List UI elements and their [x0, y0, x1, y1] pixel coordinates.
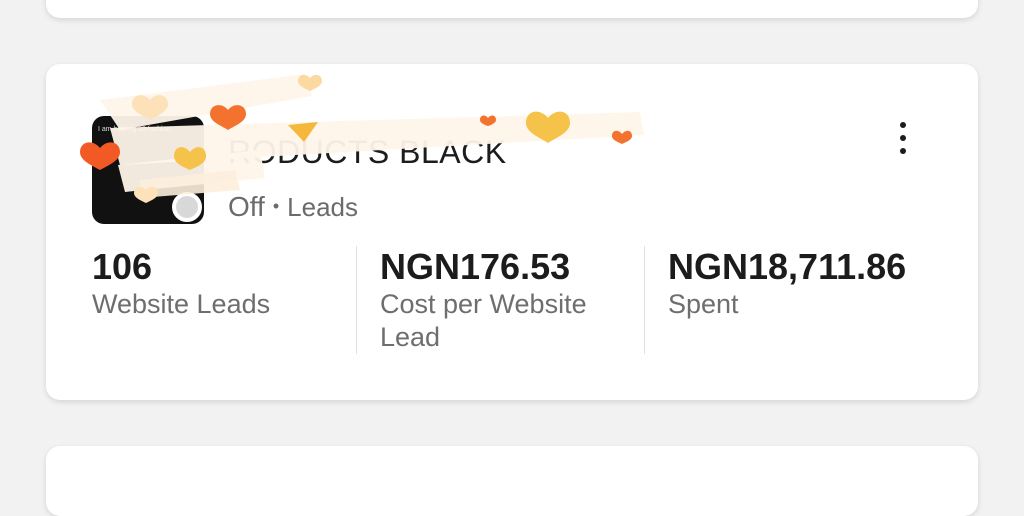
status-label: Off	[228, 191, 265, 222]
thumbnail-caption: I am helping 20 fashion	[98, 126, 171, 133]
metric-divider	[356, 246, 357, 354]
metric-value: NGN18,711.86	[668, 246, 907, 287]
metric-website-leads: 106 Website Leads	[92, 246, 332, 321]
campaign-name[interactable]: RODUCTS BLACK	[228, 134, 507, 171]
more-vertical-icon	[900, 122, 906, 128]
next-campaign-card[interactable]	[46, 446, 978, 516]
metric-label: Spent	[668, 289, 739, 319]
metric-value: 106	[92, 246, 153, 287]
more-options-button[interactable]	[888, 116, 918, 160]
more-vertical-icon-dot	[900, 148, 906, 154]
campaign-card[interactable]: I am helping 20 fashion RODUCTS BLACK Of…	[46, 64, 978, 400]
status-separator: •	[272, 196, 280, 216]
objective-label: Leads	[287, 192, 358, 222]
metric-cost-per-lead: NGN176.53 Cost per Website Lead	[380, 246, 620, 354]
metric-value: NGN176.53	[380, 246, 571, 287]
metric-label: Cost per Website Lead	[380, 289, 587, 352]
campaign-status-line: Off • Leads	[228, 191, 358, 223]
metric-divider	[644, 246, 645, 354]
previous-campaign-card[interactable]	[46, 0, 978, 18]
metric-label: Website Leads	[92, 289, 271, 319]
more-vertical-icon-dot	[900, 135, 906, 141]
status-dot-icon	[172, 192, 202, 222]
metric-spent: NGN18,711.86 Spent	[668, 246, 958, 321]
